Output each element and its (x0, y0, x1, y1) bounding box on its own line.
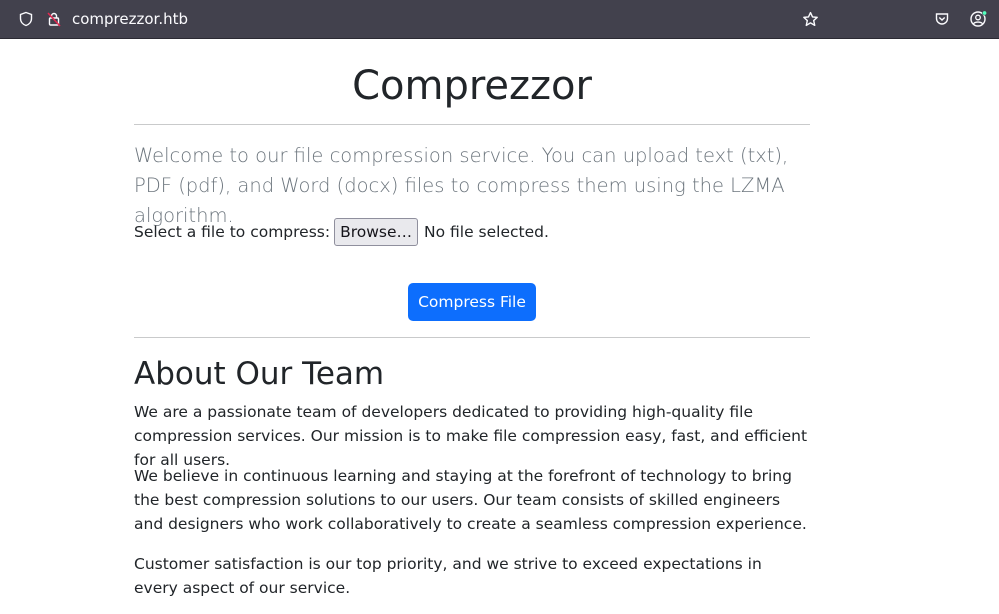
about-heading: About Our Team (134, 356, 385, 392)
lock-insecure-icon[interactable] (44, 9, 64, 29)
divider (134, 337, 810, 338)
bookmark-star-icon[interactable] (800, 9, 820, 29)
file-status: No file selected. (424, 223, 549, 241)
file-upload-row: Select a file to compress: Browse… No fi… (134, 218, 549, 246)
page-title: Comprezzor (352, 63, 592, 109)
divider (134, 124, 810, 125)
browser-toolbar: comprezzor.htb (0, 0, 999, 39)
about-paragraph: We are a passionate team of developers d… (134, 403, 808, 469)
about-paragraph: We believe in continuous learning and st… (134, 467, 807, 533)
url-bar[interactable]: comprezzor.htb (72, 10, 188, 28)
pocket-icon[interactable] (932, 9, 952, 29)
shield-icon[interactable] (16, 9, 36, 29)
about-paragraph: Customer satisfaction is our top priorit… (134, 555, 762, 597)
browse-button[interactable]: Browse… (334, 218, 419, 246)
account-icon[interactable] (968, 9, 988, 29)
compress-file-button[interactable]: Compress File (408, 283, 536, 321)
file-label: Select a file to compress: (134, 223, 331, 241)
